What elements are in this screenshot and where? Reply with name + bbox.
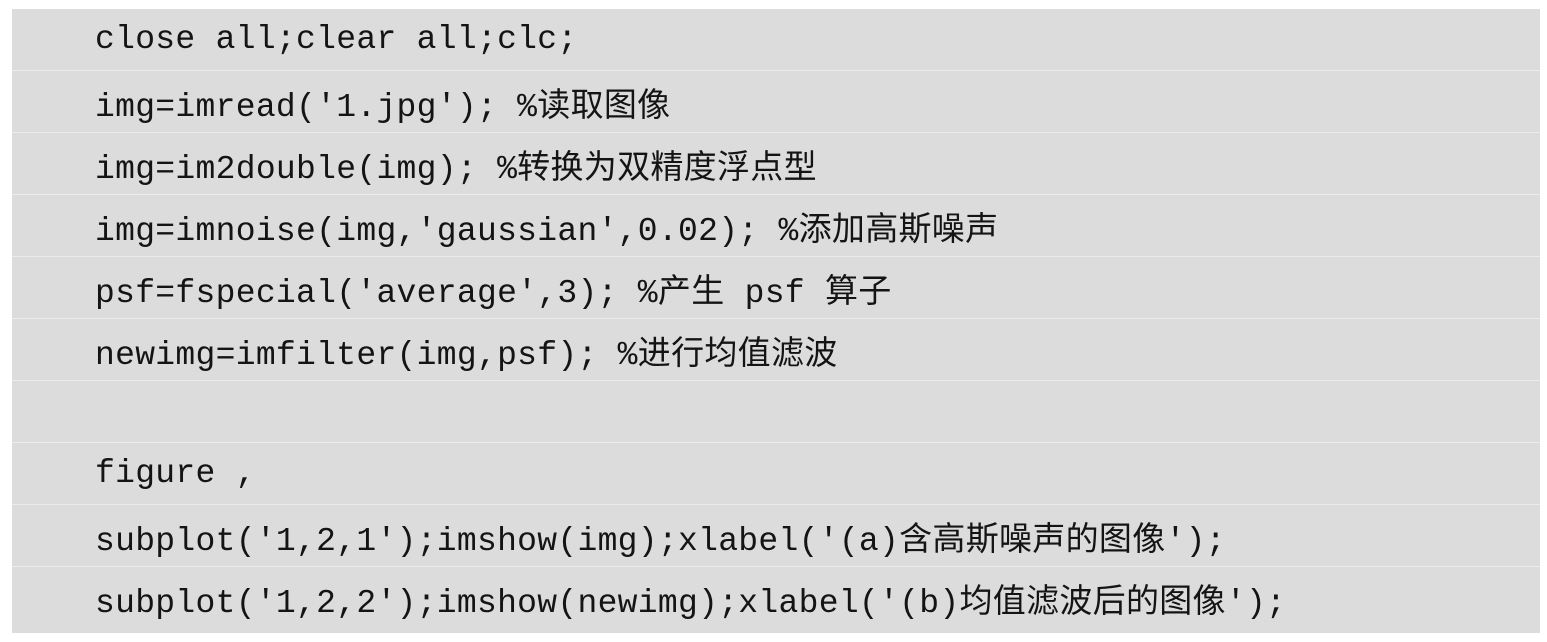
code-line bbox=[12, 381, 1540, 443]
code-line: figure , bbox=[12, 443, 1540, 505]
code-line: img=im2double(img); %转换为双精度浮点型 bbox=[12, 133, 1540, 195]
code-line: psf=fspecial('average',3); %产生 psf 算子 bbox=[12, 257, 1540, 319]
code-line: img=imnoise(img,'gaussian',0.02); %添加高斯噪… bbox=[12, 195, 1540, 257]
code-line: subplot('1,2,2');imshow(newimg);xlabel('… bbox=[95, 585, 1287, 622]
code-line: newimg=imfilter(img,psf); %进行均值滤波 bbox=[12, 319, 1540, 381]
code-line: close all;clear all;clc; bbox=[12, 9, 1540, 71]
code-block: close all;clear all;clc; img=imread('1.j… bbox=[12, 9, 1540, 633]
code-line: subplot('1,2,1');imshow(img);xlabel('(a)… bbox=[12, 505, 1540, 567]
code-line: img=imread('1.jpg'); %读取图像 bbox=[12, 71, 1540, 133]
